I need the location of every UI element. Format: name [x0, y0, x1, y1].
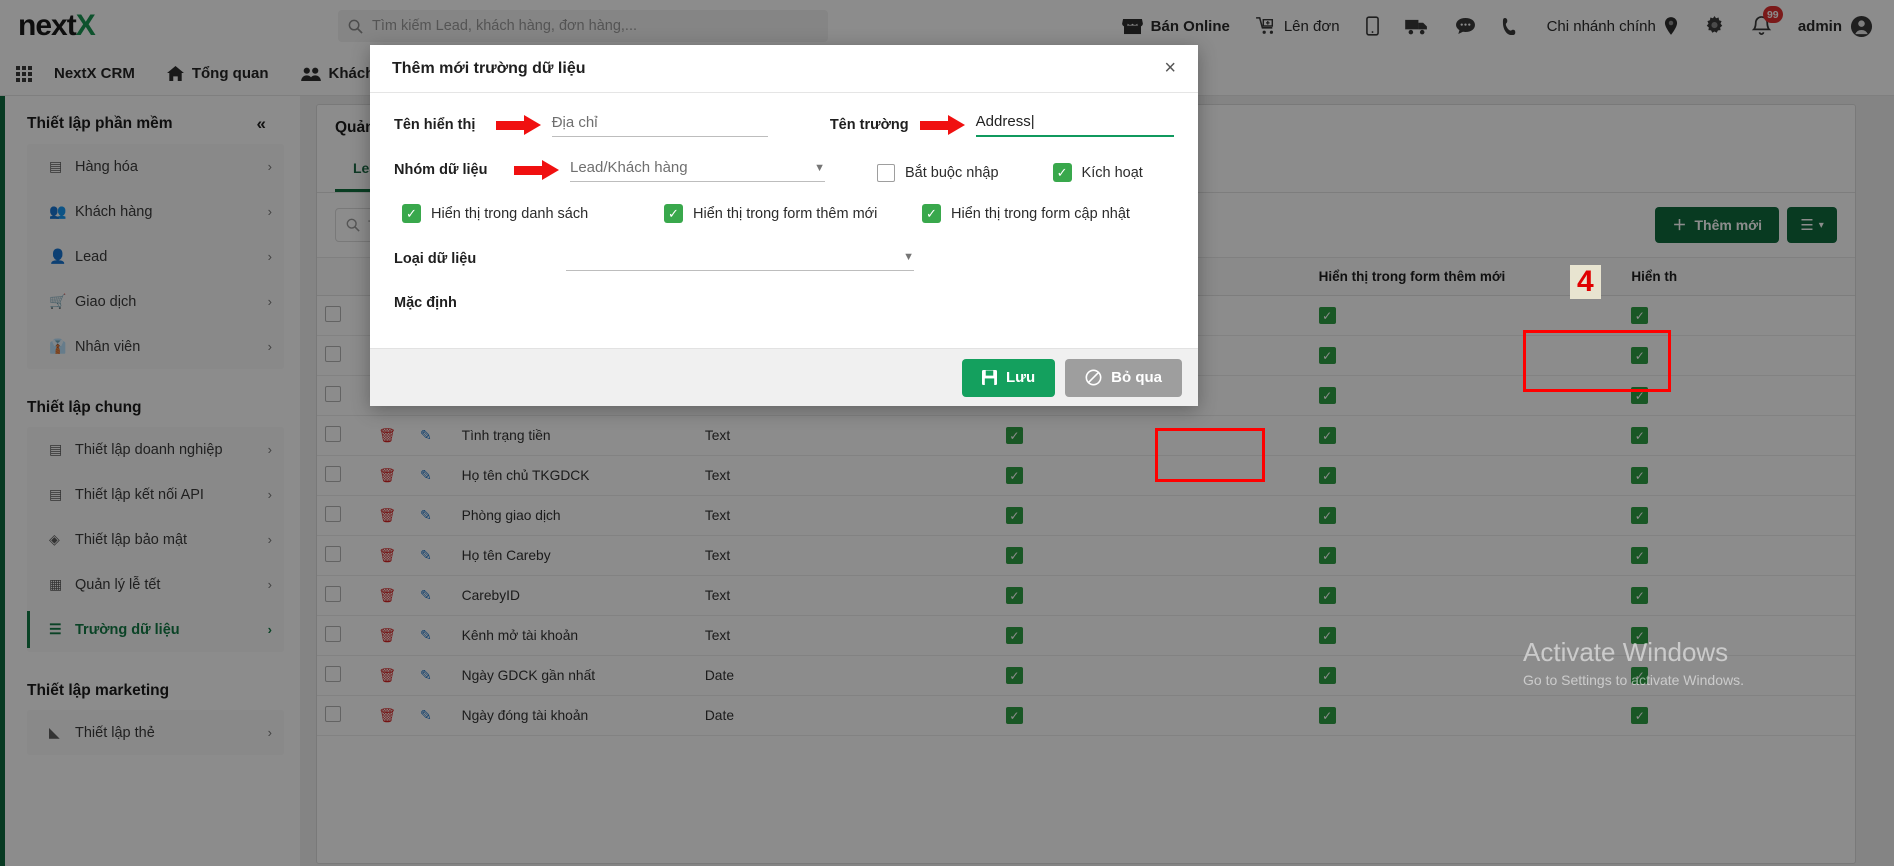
data-type-select[interactable]: ▼	[566, 249, 914, 271]
group-label: Nhóm dữ liệu	[394, 162, 488, 178]
modal-footer: Lưu Bỏ qua	[370, 348, 1198, 406]
active-label: Kích hoạt	[1081, 164, 1143, 181]
pointer-arrow-icon	[514, 160, 566, 180]
data-type-label: Loại dữ liệu	[394, 251, 477, 267]
show-in-list-row[interactable]: ✓ Hiển thị trong danh sách	[402, 204, 664, 223]
display-name-input[interactable]: Địa chỉ	[551, 114, 768, 137]
chevron-down-icon: ▼	[814, 161, 825, 174]
step-number-annotation: 4	[1570, 265, 1601, 299]
row-names: Tên hiển thị Địa chỉ Tên trường Address|	[394, 113, 1174, 137]
show-in-update-form-label: Hiển thị trong form cập nhật	[951, 205, 1130, 222]
required-label: Bắt buộc nhập	[905, 165, 999, 181]
required-checkbox[interactable]	[877, 164, 895, 182]
active-checkbox-row[interactable]: ✓ Kích hoạt	[1052, 163, 1143, 182]
cancel-label: Bỏ qua	[1111, 369, 1162, 386]
modal-title: Thêm mới trường dữ liệu	[392, 59, 586, 77]
pointer-arrow-icon	[495, 115, 548, 135]
show-in-list-label: Hiển thị trong danh sách	[431, 205, 589, 222]
show-in-list-checkbox[interactable]: ✓	[402, 204, 421, 223]
show-in-update-form-row[interactable]: ✓ Hiển thị trong form cập nhật	[922, 204, 1130, 223]
show-in-update-form-checkbox[interactable]: ✓	[922, 204, 941, 223]
show-in-add-form-checkbox[interactable]: ✓	[664, 204, 683, 223]
modal-body: Tên hiển thị Địa chỉ Tên trường Address|…	[370, 93, 1198, 345]
chevron-down-icon: ▼	[903, 251, 914, 263]
field-name-value: Address	[975, 113, 1031, 130]
required-checkbox-row[interactable]: Bắt buộc nhập	[877, 164, 999, 182]
row-group-required-active: Nhóm dữ liệu Lead/Khách hàng ▼ Bắt buộc …	[394, 159, 1174, 182]
watermark-line-1: Activate Windows	[1523, 637, 1729, 667]
group-select[interactable]: Lead/Khách hàng ▼	[570, 159, 825, 182]
row-visibility-checkboxes: ✓ Hiển thị trong danh sách ✓ Hiển thị tr…	[394, 204, 1174, 223]
active-checkbox[interactable]: ✓	[1052, 163, 1072, 182]
floppy-disk-icon	[981, 370, 997, 385]
default-label: Mặc định	[394, 295, 457, 311]
group-select-value: Lead/Khách hàng	[570, 159, 688, 176]
pointer-arrow-icon	[919, 115, 972, 135]
show-in-add-form-label: Hiển thị trong form thêm mới	[693, 205, 878, 222]
field-name-label: Tên trường	[829, 117, 909, 133]
ban-icon	[1085, 369, 1102, 386]
screen-root: nextX Tìm kiếm Lead, khách hàng, đơn hàn…	[0, 0, 1894, 866]
windows-activation-watermark: Activate Windows Go to Settings to activ…	[1523, 637, 1744, 688]
display-name-label: Tên hiển thị	[394, 117, 476, 133]
row-data-type: Loại dữ liệu ▼	[394, 249, 1174, 271]
cancel-button[interactable]: Bỏ qua	[1065, 358, 1182, 397]
save-button[interactable]: Lưu	[961, 358, 1056, 397]
close-icon[interactable]: ×	[1164, 57, 1176, 80]
watermark-line-2: Go to Settings to activate Windows.	[1523, 672, 1744, 688]
add-field-modal: Thêm mới trường dữ liệu × Tên hiển thị Đ…	[370, 45, 1198, 406]
modal-header: Thêm mới trường dữ liệu ×	[370, 45, 1198, 93]
row-default: Mặc định	[394, 295, 1174, 315]
field-name-input[interactable]: Address|	[975, 113, 1174, 137]
save-label: Lưu	[1005, 369, 1036, 386]
show-in-add-form-row[interactable]: ✓ Hiển thị trong form thêm mới	[664, 204, 922, 223]
